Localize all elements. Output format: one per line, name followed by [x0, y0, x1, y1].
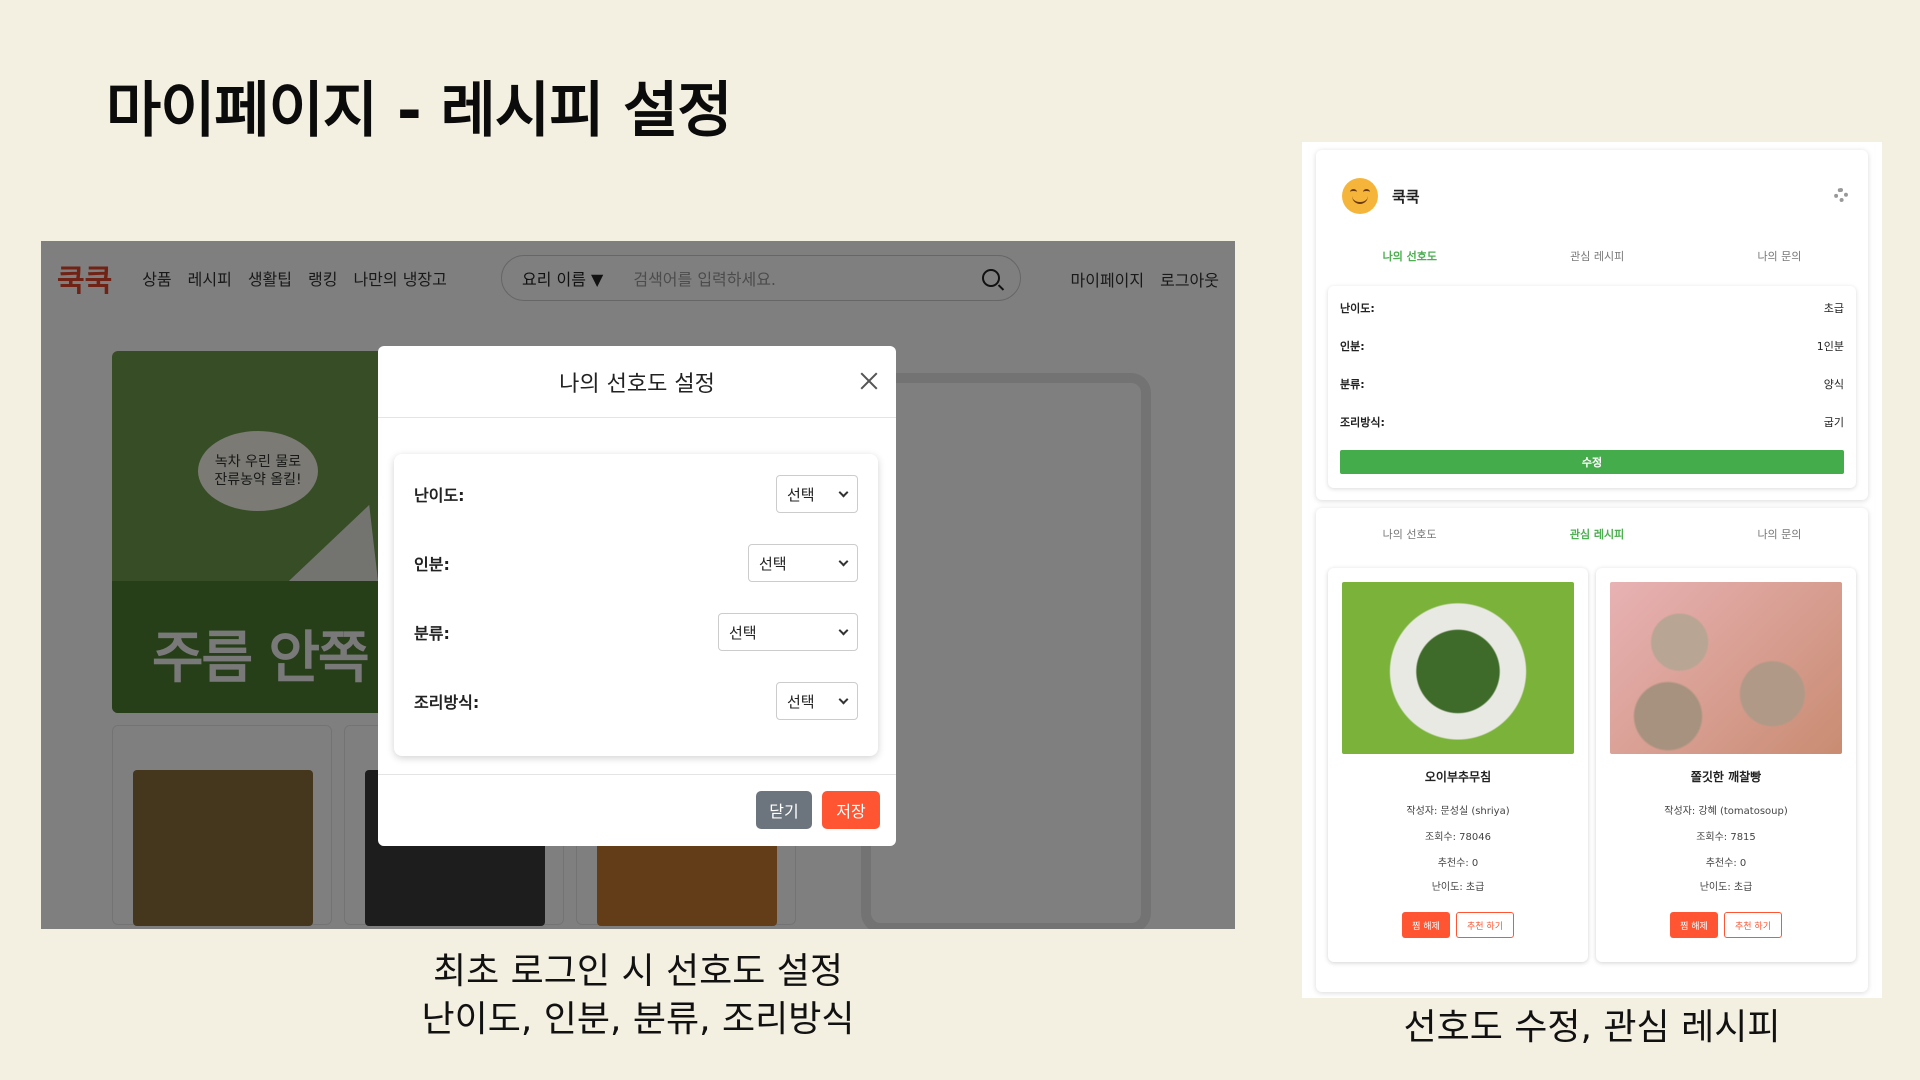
unfavorite-button[interactable]: 찜 해제	[1670, 912, 1718, 938]
caption-left-line2: 난이도, 인분, 분류, 조리방식	[421, 999, 855, 1040]
difficulty-select[interactable]: 선택	[776, 475, 858, 513]
site-header: 쿡쿡 상품 레시피 생활팁 랭킹 나만의 냉장고 요리 이름 ▼ 검색어를 입력…	[41, 241, 1235, 315]
recipe-author: 작성자: 강혜 (tomatosoup)	[1664, 806, 1788, 817]
gear-icon[interactable]	[1834, 188, 1848, 202]
recipe-views: 조회수: 7815	[1696, 832, 1756, 843]
method-select[interactable]: 선택	[776, 682, 858, 720]
tab-inquiries[interactable]: 나의 문의	[1757, 526, 1801, 542]
chevron-down-icon	[838, 694, 849, 704]
recipe-likes: 추천수: 0	[1705, 858, 1747, 869]
pref-line-servings: 인분: 1인분	[1340, 338, 1844, 354]
recipe-level: 난이도: 초급	[1431, 882, 1485, 893]
chevron-down-icon	[838, 556, 849, 566]
modal-footer: 닫기 저장	[378, 774, 896, 846]
select-value: 선택	[787, 485, 815, 504]
preference-modal: 나의 선호도 설정 난이도: 선택 인분: 선택 분류: 선택 조리방식: 선택…	[378, 346, 896, 846]
save-button[interactable]: 저장	[822, 791, 880, 829]
smile-icon	[1352, 196, 1368, 204]
header-dim	[41, 241, 1235, 315]
select-value: 선택	[729, 623, 757, 642]
pref-key: 조리방식:	[1340, 416, 1385, 429]
tab-preferences[interactable]: 나의 선호도	[1383, 248, 1437, 264]
caption-left: 최초 로그인 시 선호도 설정 난이도, 인분, 분류, 조리방식	[41, 948, 1235, 1044]
select-value: 선택	[759, 554, 787, 573]
preference-summary: 난이도: 초급 인분: 1인분 분류: 양식 조리방식: 굽기 수정	[1328, 286, 1856, 488]
tab-inquiries[interactable]: 나의 문의	[1757, 248, 1801, 264]
recommend-button[interactable]: 추천 하기	[1724, 912, 1782, 938]
tab-favorites[interactable]: 관심 레시피	[1570, 248, 1624, 264]
username: 쿡쿡	[1392, 187, 1420, 206]
tab-preferences[interactable]: 나의 선호도	[1383, 526, 1437, 542]
recipe-views: 조회수: 78046	[1425, 832, 1491, 843]
mypage-tabs-2: 나의 선호도 관심 레시피 나의 문의	[1316, 526, 1868, 542]
avatar	[1342, 178, 1378, 214]
modal-header: 나의 선호도 설정	[378, 346, 896, 418]
edit-button[interactable]: 수정	[1340, 450, 1844, 474]
tab-favorites[interactable]: 관심 레시피	[1570, 526, 1624, 542]
pref-key: 인분:	[1340, 340, 1365, 353]
pref-row-servings: 인분: 선택	[414, 543, 858, 583]
recipe-image	[1610, 582, 1842, 754]
pref-line-difficulty: 난이도: 초급	[1340, 300, 1844, 316]
pref-row-method: 조리방식: 선택	[414, 681, 858, 721]
pref-key: 난이도:	[1340, 302, 1375, 315]
pref-value: 굽기	[1823, 416, 1844, 429]
recipe-card[interactable]: 오이부추무침 작성자: 문성실 (shriya) 조회수: 78046 추천수:…	[1328, 568, 1588, 962]
pref-label: 조리방식:	[414, 693, 480, 712]
modal-body: 난이도: 선택 인분: 선택 분류: 선택 조리방식: 선택	[394, 454, 878, 756]
right-screenshot: 쿡쿡 나의 선호도 관심 레시피 나의 문의 난이도: 초급 인분: 1인분 분류:…	[1302, 142, 1882, 998]
favorites-panel: 나의 선호도 관심 레시피 나의 문의 오이부추무침 작성자: 문성실 (shr…	[1316, 508, 1868, 992]
pref-value: 양식	[1823, 378, 1844, 391]
pref-row-difficulty: 난이도: 선택	[414, 474, 858, 514]
pref-row-category: 분류: 선택	[414, 612, 858, 652]
recipe-card[interactable]: 쫄깃한 깨찰빵 작성자: 강혜 (tomatosoup) 조회수: 7815 추…	[1596, 568, 1856, 962]
close-icon[interactable]	[858, 370, 880, 392]
pref-label: 분류:	[414, 624, 450, 643]
pref-line-category: 분류: 양식	[1340, 376, 1844, 392]
close-button[interactable]: 닫기	[756, 791, 812, 829]
recipe-title: 쫄깃한 깨찰빵	[1690, 770, 1762, 784]
category-select[interactable]: 선택	[718, 613, 858, 651]
servings-select[interactable]: 선택	[748, 544, 858, 582]
recipe-image	[1342, 582, 1574, 754]
caption-right: 선호도 수정, 관심 레시피	[1403, 1007, 1781, 1048]
pref-value: 1인분	[1816, 340, 1844, 353]
unfavorite-button[interactable]: 찜 해제	[1402, 912, 1450, 938]
recipe-author: 작성자: 문성실 (shriya)	[1406, 806, 1510, 817]
recipe-likes: 추천수: 0	[1437, 858, 1479, 869]
recipe-actions: 찜 해제 추천 하기	[1328, 912, 1588, 938]
left-screenshot: 쿡쿡 상품 레시피 생활팁 랭킹 나만의 냉장고 요리 이름 ▼ 검색어를 입력…	[41, 241, 1235, 929]
recommend-button[interactable]: 추천 하기	[1456, 912, 1514, 938]
pref-value: 초급	[1823, 302, 1844, 315]
pref-label: 인분:	[414, 555, 450, 574]
profile: 쿡쿡	[1342, 178, 1420, 214]
recipe-actions: 찜 해제 추천 하기	[1596, 912, 1856, 938]
recipe-level: 난이도: 초급	[1699, 882, 1753, 893]
chevron-down-icon	[838, 487, 849, 497]
slide-title: 마이페이지 - 레시피 설정	[106, 76, 733, 146]
caption-left-line1: 최초 로그인 시 선호도 설정	[432, 951, 844, 992]
chevron-down-icon	[838, 625, 849, 635]
preference-panel: 쿡쿡 나의 선호도 관심 레시피 나의 문의 난이도: 초급 인분: 1인분 분류:…	[1316, 150, 1868, 500]
pref-label: 난이도:	[414, 486, 465, 505]
select-value: 선택	[787, 692, 815, 711]
pref-line-method: 조리방식: 굽기	[1340, 414, 1844, 430]
recipe-title: 오이부추무침	[1424, 770, 1492, 784]
pref-key: 분류:	[1340, 378, 1365, 391]
modal-title: 나의 선호도 설정	[559, 371, 715, 397]
mypage-tabs: 나의 선호도 관심 레시피 나의 문의	[1316, 248, 1868, 264]
